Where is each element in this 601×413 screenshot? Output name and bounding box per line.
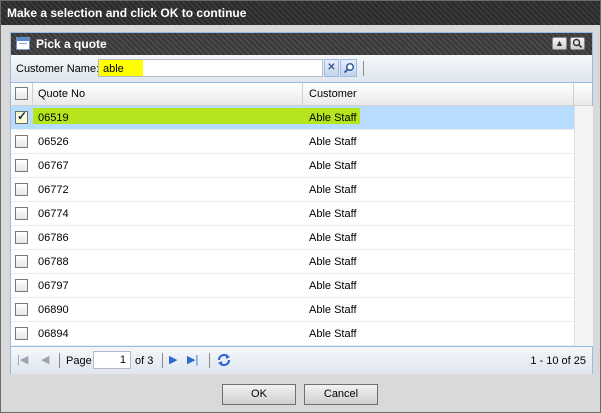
customer-cell: Able Staff <box>309 184 357 196</box>
collapse-icon[interactable]: ▲ <box>552 37 567 50</box>
column-header-customer[interactable]: Customer <box>303 83 574 105</box>
table-row[interactable]: 06767 Able Staff <box>11 154 574 178</box>
table-row[interactable]: 06797 Able Staff <box>11 274 574 298</box>
quote-number-cell: 06786 <box>38 232 69 244</box>
customer-cell: Able Staff <box>309 160 357 172</box>
table-row[interactable]: 06786 Able Staff <box>11 226 574 250</box>
customer-cell: Able Staff <box>309 112 357 124</box>
next-page-icon[interactable]: ▶ <box>169 354 177 366</box>
search-icon[interactable] <box>340 59 357 77</box>
refresh-icon[interactable] <box>216 352 232 371</box>
clear-icon[interactable]: ✕ <box>324 59 339 77</box>
paging-toolbar: |◀ ◀ Page of 3 ▶ ▶| 1 - 10 of 25 <box>11 346 592 374</box>
quote-number-cell: 06767 <box>38 160 69 172</box>
table-row[interactable]: 06894 Able Staff <box>11 322 574 346</box>
customer-cell: Able Staff <box>309 256 357 268</box>
row-checkbox[interactable] <box>15 135 28 148</box>
customer-cell: Able Staff <box>309 232 357 244</box>
quote-number-cell: 06772 <box>38 184 69 196</box>
search-value: able <box>103 63 124 75</box>
table-row[interactable]: ✓ 06519 Able Staff <box>11 106 574 130</box>
column-header-quote-no[interactable]: Quote No <box>33 83 303 105</box>
grid-body: ✓ 06519 Able Staff 06526 Able Staff 06767 Able… <box>11 106 592 346</box>
table-row[interactable]: 06788 Able Staff <box>11 250 574 274</box>
paging-separator <box>162 353 163 368</box>
filter-toolbar: Customer Name: able ✕ <box>11 55 592 83</box>
row-checkbox[interactable] <box>15 183 28 196</box>
paging-separator <box>59 353 60 368</box>
quote-number-cell: 06774 <box>38 208 69 220</box>
panel-header: Pick a quote ▲ <box>11 33 592 55</box>
row-checkbox[interactable] <box>15 255 28 268</box>
customer-cell: Able Staff <box>309 136 357 148</box>
ok-button[interactable]: OK <box>222 384 296 405</box>
quote-number-cell: 06788 <box>38 256 69 268</box>
quote-number-cell: 06890 <box>38 304 69 316</box>
quote-number-cell: 06797 <box>38 280 69 292</box>
page-count-label: of 3 <box>135 355 154 367</box>
page-label: Page <box>66 355 92 367</box>
panel-title: Pick a quote <box>36 37 107 51</box>
customer-cell: Able Staff <box>309 304 357 316</box>
table-icon <box>16 37 30 50</box>
row-checkbox[interactable] <box>15 303 28 316</box>
select-all-cell <box>11 83 33 105</box>
row-checkbox[interactable]: ✓ <box>15 109 28 124</box>
customer-cell: Able Staff <box>309 328 357 340</box>
row-checkbox[interactable] <box>15 279 28 292</box>
customer-cell: Able Staff <box>309 280 357 292</box>
row-checkbox[interactable] <box>15 231 28 244</box>
quote-number-cell: 06519 <box>38 112 69 124</box>
table-row[interactable]: 06890 Able Staff <box>11 298 574 322</box>
page-number-input[interactable] <box>93 351 131 369</box>
select-all-checkbox[interactable] <box>15 87 28 100</box>
customer-cell: Able Staff <box>309 208 357 220</box>
row-checkbox[interactable] <box>15 207 28 220</box>
panel-search-icon[interactable] <box>570 37 585 50</box>
paging-separator <box>209 353 210 368</box>
customer-name-label: Customer Name: <box>16 63 100 75</box>
paging-summary: 1 - 10 of 25 <box>530 355 586 367</box>
row-checkbox[interactable] <box>15 159 28 172</box>
first-page-icon[interactable]: |◀ <box>17 354 28 366</box>
dialog-window: Make a selection and click OK to continu… <box>0 0 601 413</box>
grid-header: Quote No Customer <box>11 83 592 106</box>
pick-quote-panel: Pick a quote ▲ Customer Name: able ✕ Quo… <box>10 32 593 374</box>
row-checkbox[interactable] <box>15 327 28 340</box>
quote-number-cell: 06894 <box>38 328 69 340</box>
table-row[interactable]: 06774 Able Staff <box>11 202 574 226</box>
toolbar-separator <box>363 61 364 76</box>
checkmark-icon: ✓ <box>17 109 28 123</box>
grid-scrollbar-area <box>574 106 593 346</box>
table-row[interactable]: 06526 Able Staff <box>11 130 574 154</box>
quote-number-cell: 06526 <box>38 136 69 148</box>
table-row[interactable]: 06772 Able Staff <box>11 178 574 202</box>
prev-page-icon[interactable]: ◀ <box>41 354 49 366</box>
window-title: Make a selection and click OK to continu… <box>1 1 600 25</box>
last-page-icon[interactable]: ▶| <box>187 354 198 366</box>
cancel-button[interactable]: Cancel <box>304 384 378 405</box>
